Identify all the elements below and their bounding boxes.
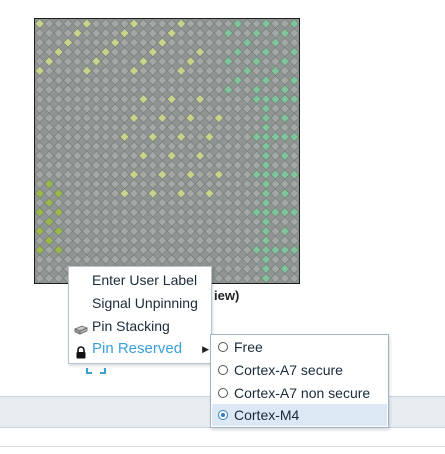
radio-option-cortex-a7-non-secure[interactable]: Cortex-A7 non secure bbox=[212, 382, 387, 404]
menu-item-pin-reserved[interactable]: Pin Reserved ▶ bbox=[69, 338, 209, 360]
divider bbox=[0, 446, 445, 447]
radio-option-free[interactable]: Free bbox=[212, 336, 387, 358]
pin-grid[interactable] bbox=[35, 19, 299, 283]
stack-icon bbox=[73, 320, 89, 335]
pin-reserved-submenu: Free Cortex-A7 secure Cortex-A7 non secu… bbox=[210, 334, 389, 428]
option-label: Free bbox=[234, 339, 263, 355]
menu-item-label: Enter User Label bbox=[92, 272, 198, 288]
radio-option-cortex-m4[interactable]: Cortex-M4 bbox=[212, 404, 387, 426]
menu-item-enter-user-label[interactable]: Enter User Label bbox=[69, 269, 209, 291]
menu-item-signal-unpinning[interactable]: Signal Unpinning bbox=[69, 292, 209, 314]
package-pinout-view[interactable] bbox=[34, 18, 300, 284]
radio-button[interactable] bbox=[218, 388, 228, 398]
option-label: Cortex-A7 non secure bbox=[234, 385, 371, 401]
option-label: Cortex-A7 secure bbox=[234, 362, 343, 378]
menu-item-label: Pin Reserved bbox=[92, 340, 183, 357]
pin-context-menu: Enter User Label Signal Unpinning Pin St… bbox=[68, 266, 212, 364]
option-label: Cortex-M4 bbox=[234, 407, 300, 423]
view-caption: iew) bbox=[214, 288, 240, 303]
radio-button[interactable] bbox=[218, 365, 228, 375]
menu-item-pin-stacking[interactable]: Pin Stacking bbox=[69, 315, 209, 337]
radio-button[interactable] bbox=[218, 410, 228, 420]
menu-item-label: Signal Unpinning bbox=[92, 295, 198, 311]
lock-icon bbox=[74, 343, 88, 359]
menu-item-label: Pin Stacking bbox=[92, 318, 170, 334]
radio-button[interactable] bbox=[218, 342, 228, 352]
radio-option-cortex-a7-secure[interactable]: Cortex-A7 secure bbox=[212, 359, 387, 381]
zoom-fit-marker[interactable] bbox=[86, 364, 106, 374]
submenu-arrow-icon: ▶ bbox=[202, 344, 209, 354]
